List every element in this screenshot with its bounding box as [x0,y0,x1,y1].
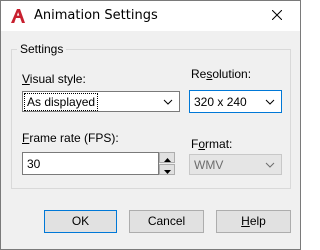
cancel-button[interactable]: Cancel [129,210,204,233]
animation-settings-dialog: Animation Settings Settings Visual style… [0,0,301,250]
resolution-dropdown[interactable]: 320 x 240 [189,90,282,113]
frame-rate-input[interactable]: 30 [22,152,159,175]
frame-rate-label: Frame rate (FPS): [22,131,119,145]
close-button[interactable] [254,1,300,31]
settings-group-legend: Settings [17,42,67,56]
frame-rate-value: 30 [27,157,41,171]
format-value: WMV [194,158,224,172]
visual-style-label: Visual style: [22,72,86,86]
caret-down-icon [163,163,171,177]
spin-down-button[interactable] [159,164,175,175]
help-button[interactable]: Help [216,210,291,233]
close-icon [271,9,283,23]
window-title: Animation Settings [34,8,158,23]
visual-style-value: As displayed [23,93,99,111]
ok-button[interactable]: OK [44,210,117,233]
visual-style-dropdown[interactable]: As displayed [22,91,180,112]
resolution-label: Resolution: [191,67,252,81]
format-dropdown[interactable]: WMV [189,154,282,175]
format-label: Format: [191,137,233,151]
frame-rate-spinner [159,152,176,175]
resolution-value: 320 x 240 [194,95,247,109]
autocad-icon [10,8,26,24]
title-bar[interactable]: Animation Settings [1,1,300,31]
spin-up-button[interactable] [159,152,175,163]
